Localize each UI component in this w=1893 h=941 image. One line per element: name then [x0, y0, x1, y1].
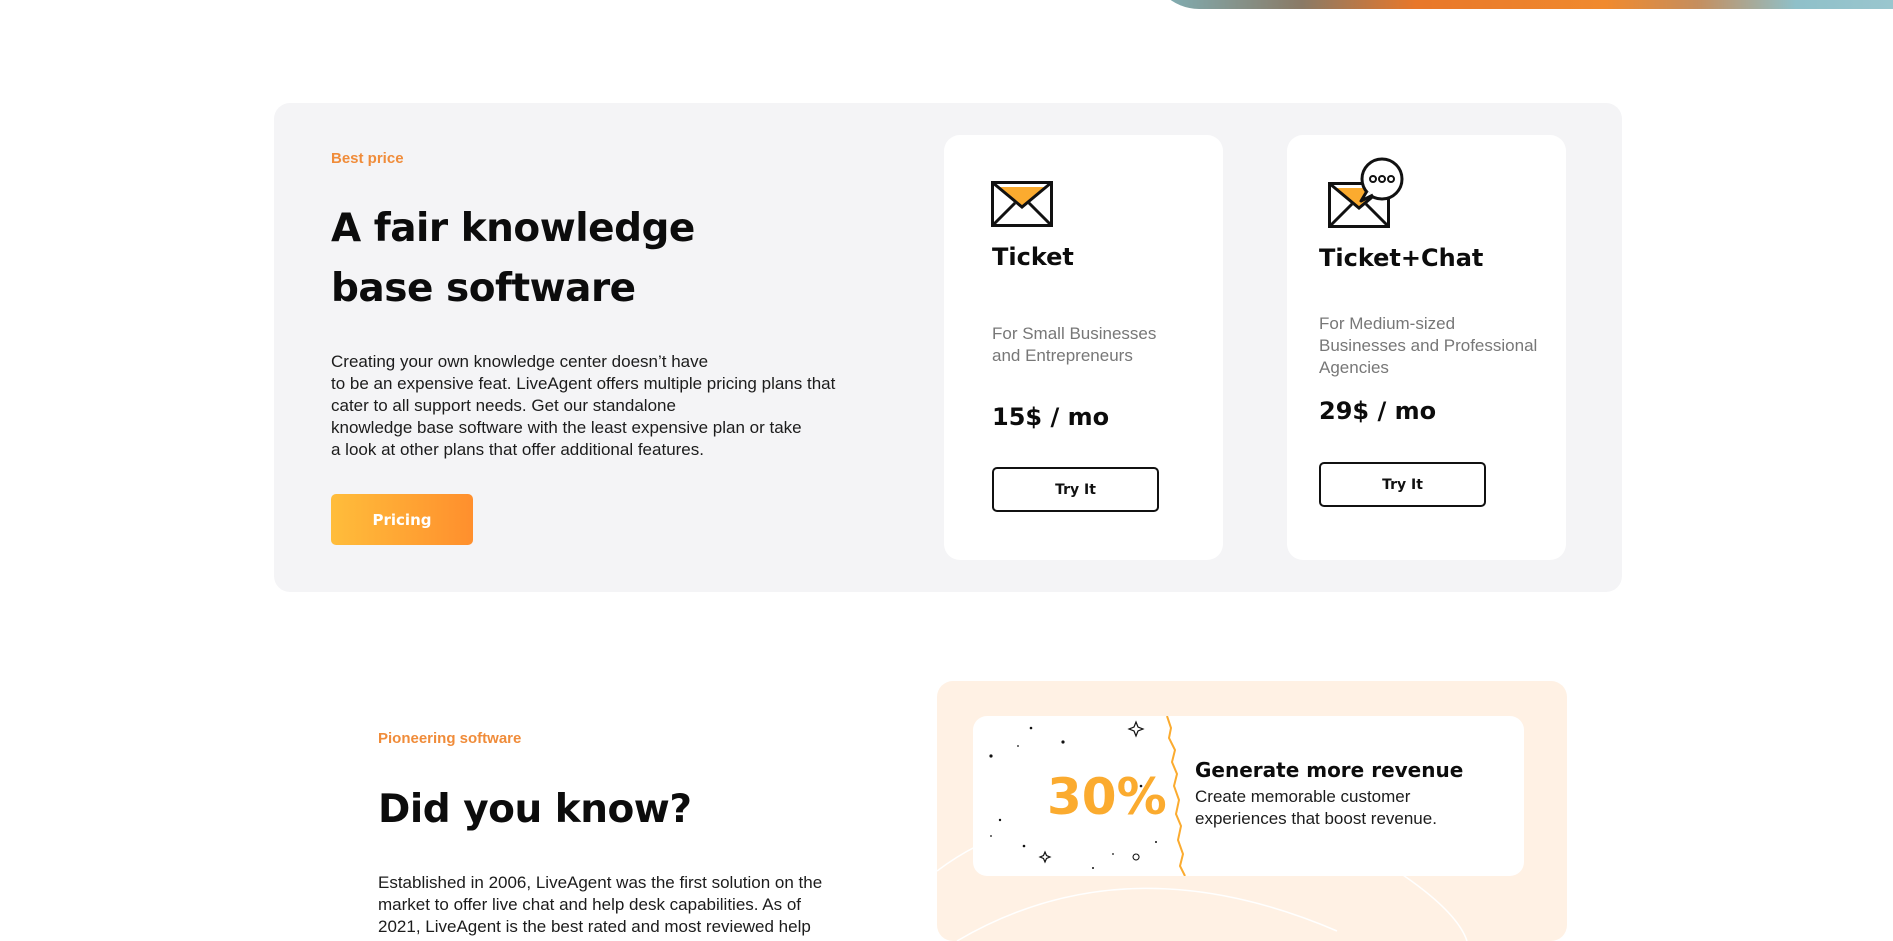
pricing-description-line: cater to all support needs. Get our stan… — [331, 396, 676, 415]
pricing-title-line: base software — [331, 266, 636, 311]
about-title: Did you know? — [378, 787, 692, 832]
plan-description-line: and Entrepreneurs — [992, 346, 1133, 365]
plan-price: 29$ / mo — [1319, 397, 1437, 425]
fact-stat: 30% — [1047, 768, 1167, 826]
plan-card-ticket-chat: Ticket+Chat For Medium-sized Businesses … — [1287, 135, 1566, 560]
try-it-button-ticket-chat[interactable]: Try It — [1319, 462, 1486, 507]
fact-text-line: experiences that boost revenue. — [1195, 809, 1437, 828]
fact-panel: 30% Generate more revenue Create memorab… — [937, 681, 1567, 941]
about-description: Established in 2006, LiveAgent was the f… — [378, 872, 898, 938]
pricing-description: Creating your own knowledge center doesn… — [331, 351, 851, 461]
fact-title: Generate more revenue — [1195, 758, 1464, 782]
plan-card-ticket: Ticket For Small Businesses and Entrepre… — [944, 135, 1223, 560]
pricing-eyebrow: Best price — [331, 150, 404, 167]
try-it-button-ticket[interactable]: Try It — [992, 467, 1159, 512]
hero-image-edge — [1150, 0, 1893, 9]
plan-description-line: For Small Businesses — [992, 324, 1157, 343]
plan-description: For Medium-sized Businesses and Professi… — [1319, 313, 1549, 379]
envelope-chat-icon — [1328, 157, 1404, 228]
pricing-description-line: knowledge base software with the least e… — [331, 418, 802, 437]
plan-description-line: For Medium-sized — [1319, 314, 1456, 333]
plan-name: Ticket — [992, 243, 1074, 271]
pricing-description-line: to be an expensive feat. LiveAgent offer… — [331, 374, 836, 393]
plan-description: For Small Businesses and Entrepreneurs — [992, 323, 1222, 367]
envelope-icon — [991, 181, 1053, 227]
fact-text: Create memorable customer experiences th… — [1195, 786, 1485, 830]
pricing-description-line: a look at other plans that offer additio… — [331, 440, 704, 459]
torn-edge-divider — [1166, 716, 1186, 876]
plan-description-line: Businesses and Professional — [1319, 336, 1538, 355]
fact-text-line: Create memorable customer — [1195, 787, 1411, 806]
fact-card: 30% Generate more revenue Create memorab… — [973, 716, 1524, 876]
about-description-line: market to offer live chat and help desk … — [378, 895, 802, 914]
pricing-title-line: A fair knowledge — [331, 206, 695, 251]
about-eyebrow: Pioneering software — [378, 730, 522, 747]
plan-price: 15$ / mo — [992, 403, 1110, 431]
plan-description-line: Agencies — [1319, 358, 1389, 377]
pricing-description-line: Creating your own knowledge center doesn… — [331, 352, 709, 371]
pricing-title: A fair knowledge base software — [331, 199, 695, 319]
about-description-line: 2021, LiveAgent is the best rated and mo… — [378, 917, 811, 936]
about-description-line: Established in 2006, LiveAgent was the f… — [378, 873, 823, 892]
pricing-button[interactable]: Pricing — [331, 494, 473, 545]
plan-name: Ticket+Chat — [1319, 244, 1484, 272]
